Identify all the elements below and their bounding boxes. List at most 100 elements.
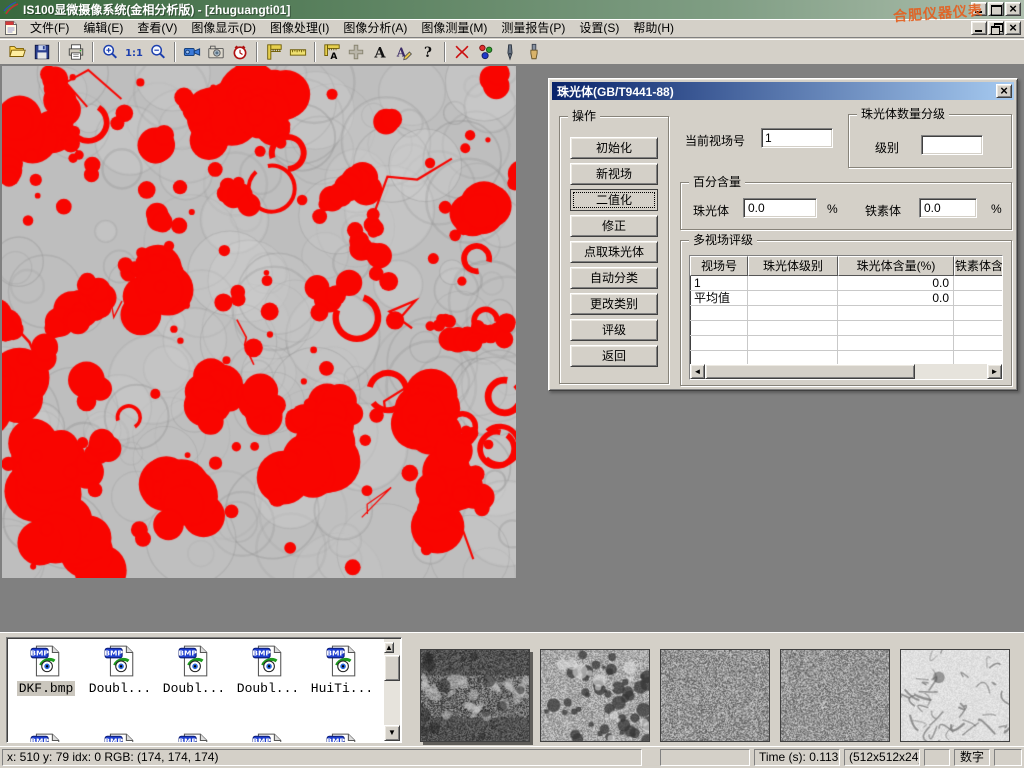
column-header[interactable]: 珠光体级别 bbox=[748, 256, 838, 276]
op-更改类别-button[interactable]: 更改类别 bbox=[570, 293, 658, 315]
pearlite-dialog: 珠光体(GB/T9441-88) 操作 初始化新视场二值化修正点取珠光体自动分类… bbox=[548, 78, 1018, 391]
save-file-button[interactable] bbox=[30, 41, 54, 63]
thumbnail-4[interactable] bbox=[780, 649, 890, 742]
dialog-title-bar[interactable]: 珠光体(GB/T9441-88) bbox=[552, 82, 1014, 100]
open-file-button[interactable] bbox=[6, 41, 30, 63]
pen-tool-button[interactable] bbox=[498, 41, 522, 63]
zoom-in-button[interactable] bbox=[98, 41, 122, 63]
column-header[interactable]: 铁素体含量(%) bbox=[954, 256, 1003, 276]
file-item[interactable]: BMP bbox=[83, 732, 157, 743]
ruler-button[interactable] bbox=[286, 41, 310, 63]
count-markers-button[interactable] bbox=[474, 41, 498, 63]
file-item[interactable]: BMP DKF.bmp bbox=[9, 644, 83, 732]
table-row[interactable] bbox=[690, 306, 1002, 321]
scroll-down-icon[interactable]: ▼ bbox=[384, 725, 400, 741]
document-icon[interactable] bbox=[3, 20, 19, 36]
column-header[interactable]: 视场号 bbox=[690, 256, 748, 276]
column-header[interactable]: 珠光体含量(%) bbox=[838, 256, 954, 276]
thumbnail-1[interactable] bbox=[420, 649, 530, 742]
ferrite-percent-input[interactable]: 0.0 bbox=[919, 198, 977, 218]
file-item[interactable]: BMP bbox=[305, 732, 379, 743]
menu-item[interactable]: 图像显示(D) bbox=[184, 19, 263, 37]
analysis-image-canvas[interactable] bbox=[2, 66, 516, 578]
scroll-up-icon[interactable]: ▲ bbox=[384, 642, 394, 653]
caliper-button[interactable] bbox=[262, 41, 286, 63]
print-button[interactable] bbox=[64, 41, 88, 63]
file-item[interactable]: BMP bbox=[157, 732, 231, 743]
scroll-left-icon[interactable]: ◄ bbox=[690, 364, 705, 379]
file-item[interactable]: BMP bbox=[9, 732, 83, 743]
menu-item[interactable]: 帮助(H) bbox=[626, 19, 681, 37]
menu-item[interactable]: 测量报告(P) bbox=[494, 19, 572, 37]
table-cell: 平均值 bbox=[690, 291, 748, 305]
op-二值化-button[interactable]: 二值化 bbox=[570, 189, 658, 211]
analysis-image[interactable] bbox=[2, 66, 516, 578]
move-cross-button[interactable] bbox=[344, 41, 368, 63]
file-browser[interactable]: BMP DKF.bmp BMP Doubl... BMP Doubl... BM… bbox=[6, 637, 402, 743]
capture-camera-button[interactable] bbox=[204, 41, 228, 63]
file-item[interactable]: BMP HuiTi... bbox=[305, 644, 379, 732]
timer-clock-button[interactable] bbox=[228, 41, 252, 63]
op-新视场-button[interactable]: 新视场 bbox=[570, 163, 658, 185]
workspace: 珠光体(GB/T9441-88) 操作 初始化新视场二值化修正点取珠光体自动分类… bbox=[0, 65, 1024, 632]
table-row[interactable] bbox=[690, 336, 1002, 351]
grade-level-input[interactable] bbox=[921, 135, 983, 155]
hscroll-thumb[interactable] bbox=[705, 364, 915, 379]
menu-item[interactable]: 图像处理(I) bbox=[263, 19, 336, 37]
measure-scale-button[interactable]: A bbox=[320, 41, 344, 63]
table-cell: 1 bbox=[690, 276, 748, 290]
op-点取珠光体-button[interactable]: 点取珠光体 bbox=[570, 241, 658, 263]
brush-tool-button[interactable] bbox=[522, 41, 546, 63]
status-segment: x: 510 y: 79 idx: 0 RGB: (174, 174, 174) bbox=[2, 749, 642, 766]
grade-level-label: 级别 bbox=[875, 139, 899, 156]
close-button[interactable] bbox=[1005, 2, 1021, 16]
thumbnail-3[interactable] bbox=[660, 649, 770, 742]
actual-size-button[interactable]: 1:1 bbox=[122, 41, 146, 63]
menu-item[interactable]: 图像分析(A) bbox=[336, 19, 414, 37]
scroll-right-icon[interactable]: ► bbox=[987, 364, 1002, 379]
rating-table-header: 视场号珠光体级别珠光体含量(%)铁素体含量(%) bbox=[690, 256, 1002, 276]
child-close-button[interactable] bbox=[1005, 21, 1021, 35]
rating-table[interactable]: 视场号珠光体级别珠光体含量(%)铁素体含量(%) 10.0平均值0.0 ◄ ► bbox=[689, 255, 1003, 380]
help-button[interactable]: ? bbox=[416, 41, 440, 63]
video-camera-button[interactable] bbox=[180, 41, 204, 63]
status-bar: x: 510 y: 79 idx: 0 RGB: (174, 174, 174)… bbox=[0, 746, 1024, 768]
thumbnail-2[interactable] bbox=[540, 649, 650, 742]
rating-table-hscrollbar[interactable]: ◄ ► bbox=[690, 364, 1002, 379]
file-item[interactable]: BMP Doubl... bbox=[231, 644, 305, 732]
ferrite-percent-unit: % bbox=[991, 202, 1002, 216]
table-row[interactable]: 平均值0.0 bbox=[690, 291, 1002, 306]
op-修正-button[interactable]: 修正 bbox=[570, 215, 658, 237]
menu-item[interactable]: 编辑(E) bbox=[76, 19, 130, 37]
file-browser-vscrollbar[interactable]: ▲ ▼ bbox=[384, 639, 400, 741]
current-field-input[interactable]: 1 bbox=[761, 128, 833, 148]
table-row[interactable] bbox=[690, 321, 1002, 336]
dialog-close-button[interactable] bbox=[996, 84, 1012, 98]
op-初始化-button[interactable]: 初始化 bbox=[570, 137, 658, 159]
annotate-button[interactable]: A bbox=[392, 41, 416, 63]
table-row[interactable]: 10.0 bbox=[690, 276, 1002, 291]
menu-item[interactable]: 设置(S) bbox=[572, 19, 626, 37]
open-file-icon bbox=[9, 43, 27, 61]
file-item[interactable]: BMP Doubl... bbox=[157, 644, 231, 732]
maximize-button[interactable] bbox=[988, 2, 1004, 16]
child-minimize-button[interactable] bbox=[971, 21, 987, 35]
op-评级-button[interactable]: 评级 bbox=[570, 319, 658, 341]
pearlite-percent-input[interactable]: 0.0 bbox=[743, 198, 817, 218]
text-label-button[interactable]: A bbox=[368, 41, 392, 63]
vscroll-thumb[interactable] bbox=[384, 655, 400, 681]
delete-curves-button[interactable] bbox=[450, 41, 474, 63]
menu-item[interactable]: 文件(F) bbox=[23, 19, 76, 37]
minimize-button[interactable] bbox=[971, 2, 987, 16]
child-restore-button[interactable] bbox=[988, 21, 1004, 35]
menu-item[interactable]: 查看(V) bbox=[130, 19, 184, 37]
file-item[interactable]: BMP bbox=[231, 732, 305, 743]
zoom-out-button[interactable] bbox=[146, 41, 170, 63]
thumbnail-5[interactable] bbox=[900, 649, 1010, 742]
op-返回-button[interactable]: 返回 bbox=[570, 345, 658, 367]
op-自动分类-button[interactable]: 自动分类 bbox=[570, 267, 658, 289]
menu-item[interactable]: 图像测量(M) bbox=[414, 19, 494, 37]
svg-text:BMP: BMP bbox=[326, 649, 345, 658]
table-cell bbox=[690, 321, 748, 335]
file-item[interactable]: BMP Doubl... bbox=[83, 644, 157, 732]
